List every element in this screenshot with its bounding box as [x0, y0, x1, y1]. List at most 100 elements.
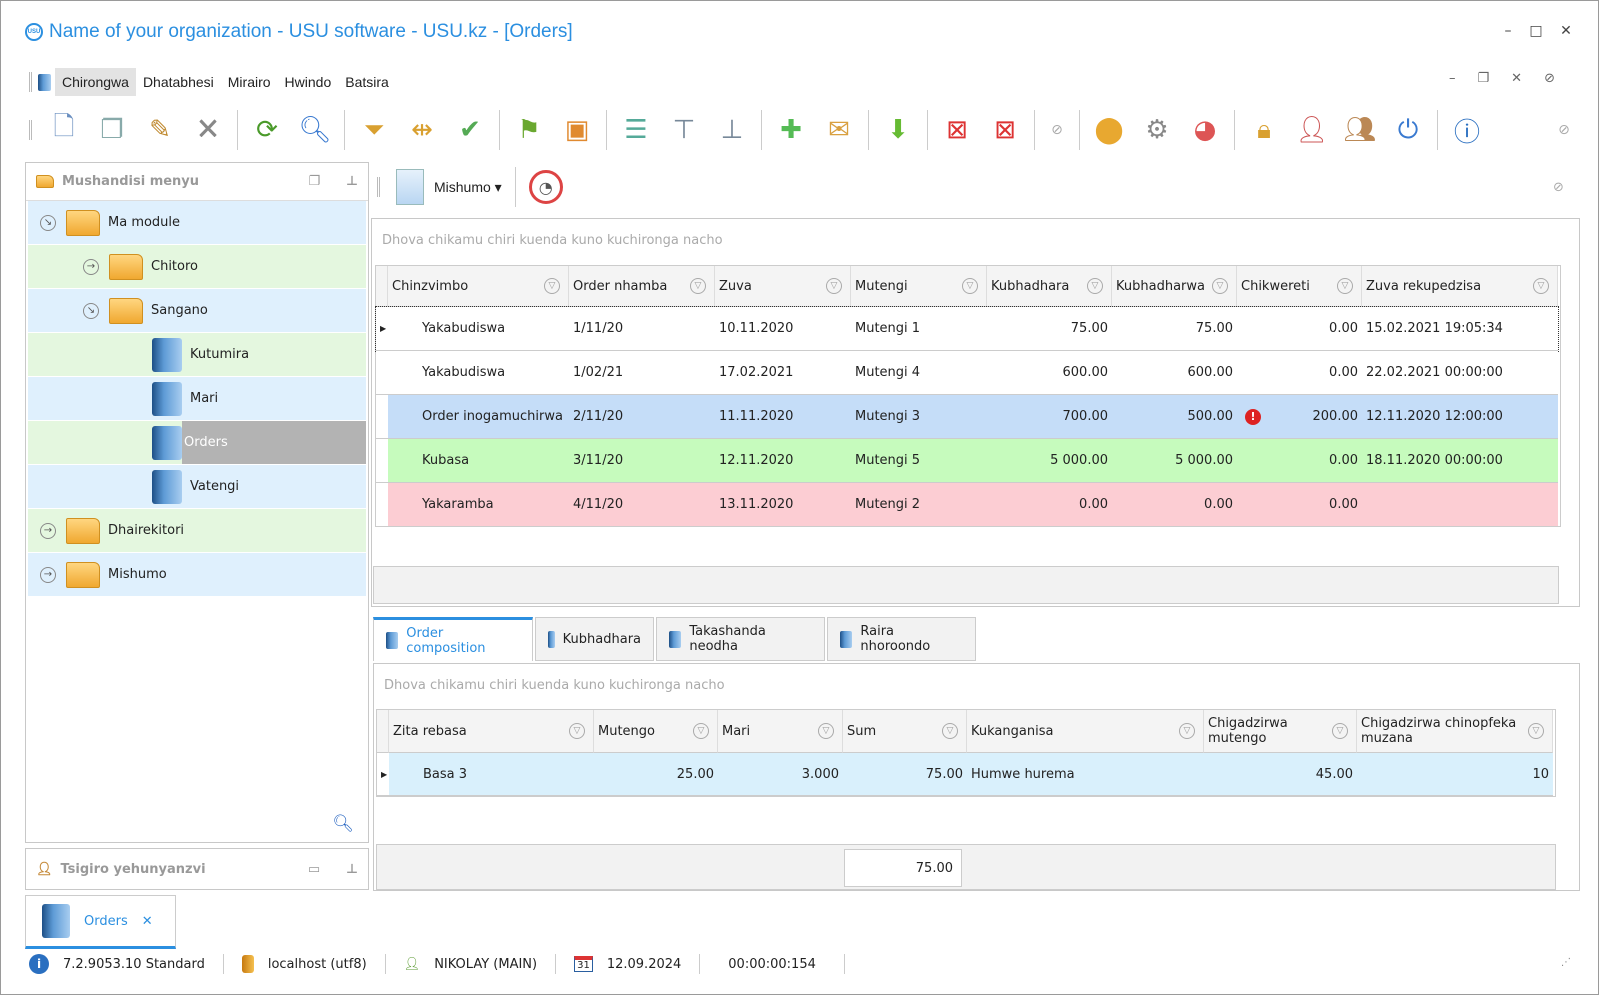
tree-down-icon[interactable]: ⊤	[662, 108, 706, 152]
column-header-kubhadharwa[interactable]: Kubhadharwa ▽	[1112, 266, 1237, 307]
pin-icon[interactable]: ⊥	[346, 862, 358, 877]
tree-item-vatengi[interactable]: Vatengi	[28, 465, 366, 508]
filter-icon[interactable]: ▽	[942, 723, 958, 739]
menu-hwindo[interactable]: Hwindo	[278, 68, 339, 96]
close-tab-icon[interactable]: ✕	[142, 914, 153, 929]
column-header-sum[interactable]: Sum ▽	[843, 710, 967, 753]
column-header-zuva[interactable]: Zuva ▽	[715, 266, 851, 307]
color-wheel-icon[interactable]: ◕	[1183, 108, 1227, 152]
tab-order-composition[interactable]: Order composition	[373, 617, 533, 661]
menu-dhatabhesi[interactable]: Dhatabhesi	[136, 68, 221, 96]
menu-chirongwa[interactable]: Chirongwa	[55, 68, 136, 96]
flag-icon[interactable]: ⚑	[507, 108, 551, 152]
image-icon[interactable]: ▣	[555, 108, 599, 152]
close-all-windows-icon[interactable]: ⊠	[983, 108, 1027, 152]
tab-raira-nhoroondo[interactable]: Raira nhoroondo	[827, 617, 976, 661]
filter-icon[interactable]: ▽	[544, 278, 560, 294]
expand-group-icon[interactable]: ☰	[614, 108, 658, 152]
column-header-kubhadhara[interactable]: Kubhadhara ▽	[987, 266, 1112, 307]
column-header-kukanganisa[interactable]: Kukanganisa ▽	[967, 710, 1204, 753]
column-header-zuva-rekupedzisa[interactable]: Zuva rekupedzisa ▽	[1362, 266, 1558, 307]
expand-node-icon[interactable]: →	[83, 258, 99, 275]
collapse-icon[interactable]: ⊘	[1544, 71, 1555, 86]
table-row[interactable]: Yakabudiswa 1/02/21 17.02.2021 Mutengi 4 600…	[376, 351, 1558, 395]
grip-handle[interactable]	[29, 72, 32, 92]
filter-icon[interactable]: ▽	[693, 723, 709, 739]
filter-icon[interactable]: ▽	[962, 278, 978, 294]
filter-icon[interactable]: ▽	[1179, 723, 1195, 739]
mdi-minimize-button[interactable]: –	[1449, 71, 1456, 86]
column-header-chinzvimbo[interactable]: Chinzvimbo ▽	[388, 266, 569, 307]
column-filter-icon[interactable]: ⇹	[400, 108, 444, 152]
filter-icon[interactable]: ▽	[1337, 278, 1353, 294]
grip-handle[interactable]	[377, 177, 380, 197]
tab-takashanda-neodha[interactable]: Takashanda neodha	[656, 617, 825, 661]
filter-icon[interactable]: ▽	[1087, 278, 1103, 294]
close-window-icon[interactable]: ⊠	[935, 108, 979, 152]
info-icon[interactable]: ⓘ	[1445, 108, 1489, 152]
table-row[interactable]: Order inogamuchirwa 2/11/20 11.11.2020 Mute…	[376, 395, 1558, 439]
minimize-button[interactable]: –	[1497, 23, 1519, 39]
close-button[interactable]: ✕	[1555, 23, 1577, 39]
search-icon[interactable]: 🔍︎	[332, 814, 354, 834]
tree-up-icon[interactable]: ⊥	[710, 108, 754, 152]
plug-icon[interactable]: ⏻	[1386, 108, 1430, 152]
filter-icon[interactable]: ▽	[826, 278, 842, 294]
filter-icon[interactable]: ⏷	[352, 108, 396, 152]
collapse-icon[interactable]: ⊘	[1549, 108, 1579, 152]
clock-icon[interactable]: ◔	[528, 170, 563, 204]
users-icon[interactable]: 👥︎	[1338, 108, 1382, 152]
open-tab-orders[interactable]: Orders ✕	[25, 895, 176, 949]
column-header-chikwereti[interactable]: Chikwereti ▽	[1237, 266, 1362, 307]
column-header-chigadzirwa-chinopfeka-muzana[interactable]: Chigadzirwa chinopfeka muzana ▽	[1357, 710, 1553, 753]
maximize-icon[interactable]: ▭	[308, 862, 320, 877]
tree-item-orders[interactable]: Orders	[28, 421, 366, 464]
mdi-restore-button[interactable]: ❐	[1478, 71, 1490, 86]
user-key-icon[interactable]: 👤︎	[1290, 108, 1334, 152]
tree-item-mishumo[interactable]: → Mishumo	[28, 553, 366, 596]
filter-icon[interactable]: ▽	[818, 723, 834, 739]
column-header-chigadzirwa-mutengo[interactable]: Chigadzirwa mutengo ▽	[1204, 710, 1357, 753]
download-icon[interactable]: ⬇	[876, 108, 920, 152]
filter-check-icon[interactable]: ✔	[448, 108, 492, 152]
edit-document-icon[interactable]: ✎	[138, 108, 182, 152]
filter-icon[interactable]: ▽	[690, 278, 706, 294]
filter-icon[interactable]: ▽	[1332, 723, 1348, 739]
expand-node-icon[interactable]: →	[40, 522, 56, 539]
expand-node-icon[interactable]: →	[40, 566, 56, 583]
tree-item-dhairekitori[interactable]: → Dhairekitori	[28, 509, 366, 552]
menu-batsira[interactable]: Batsira	[338, 68, 396, 96]
menu-mirairo[interactable]: Mirairo	[221, 68, 278, 96]
collapse-icon[interactable]: ⊘	[1553, 180, 1564, 195]
collapse-node-icon[interactable]: ↘	[83, 302, 99, 319]
grip-handle[interactable]	[29, 120, 32, 140]
resize-grip[interactable]: ⋰	[1561, 957, 1571, 968]
collapse-node-icon[interactable]: ↘	[40, 214, 56, 231]
filter-icon[interactable]: ▽	[1528, 723, 1544, 739]
pin-icon[interactable]: ⊥	[346, 174, 358, 189]
reports-dropdown[interactable]: Mishumo ▾	[434, 179, 502, 196]
filter-icon[interactable]: ▽	[1533, 278, 1549, 294]
copy-document-icon[interactable]: ❐	[90, 108, 134, 152]
collapse-icon[interactable]: ⊘	[1042, 108, 1072, 152]
add-document-icon[interactable]: 🗋	[42, 108, 86, 152]
tab-kubhadhara[interactable]: Kubhadhara	[535, 617, 654, 661]
search-icon[interactable]: 🔍︎	[293, 108, 337, 152]
column-header-order-nhamba[interactable]: Order nhamba ▽	[569, 266, 715, 307]
column-header-mutengi[interactable]: Mutengi ▽	[851, 266, 987, 307]
notes-icon[interactable]: ✉	[817, 108, 861, 152]
tree-item-sangano[interactable]: ↘ Sangano	[28, 289, 366, 332]
table-row[interactable]: ▶ Basa 3 25.00 3.000 75.00 Humwe hurema 45.00 1…	[377, 753, 1553, 796]
column-header-mari[interactable]: Mari ▽	[718, 710, 843, 753]
mdi-close-button[interactable]: ✕	[1511, 71, 1522, 86]
refresh-icon[interactable]: ⟳	[245, 108, 289, 152]
settings-icon[interactable]: ⚙	[1135, 108, 1179, 152]
tree-item-mari[interactable]: Mari	[28, 377, 366, 420]
map-pin-icon[interactable]: ⬤	[1087, 108, 1131, 152]
float-icon[interactable]: ❐	[308, 174, 320, 189]
column-header-zita-rebasa[interactable]: Zita rebasa ▽	[389, 710, 594, 753]
table-row[interactable]: ▶ Yakabudiswa 1/11/20 10.11.2020 Mutengi 1 75…	[375, 306, 1559, 352]
column-header-mutengo[interactable]: Mutengo ▽	[594, 710, 718, 753]
table-row[interactable]: Yakaramba 4/11/20 13.11.2020 Mutengi 2 0.00 0…	[376, 483, 1558, 527]
add-row-icon[interactable]: ✚	[769, 108, 813, 152]
